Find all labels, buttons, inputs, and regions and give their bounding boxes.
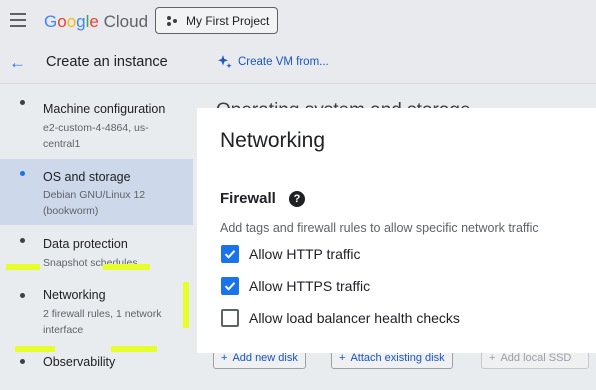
allow-http-checkbox-row[interactable]: Allow HTTP traffic (221, 245, 361, 263)
button-label: Add new disk (232, 352, 298, 364)
sidebar-item-subtitle: e2-custom-4-4864, us-central1 (43, 122, 149, 150)
sidebar-item-subtitle: 2 firewall rules, 1 network interface (43, 308, 162, 336)
page-title: Create an instance (46, 54, 168, 70)
button-label: Add local SSD (500, 352, 572, 364)
sidebar-item-os-and-storage[interactable]: OS and storage Debian GNU/Linux 12 (book… (0, 159, 193, 225)
firewall-heading: Firewall (220, 190, 276, 207)
project-name: My First Project (186, 13, 270, 28)
sidebar-item-title: Observability (43, 355, 116, 369)
checkbox-label: Allow HTTPS traffic (249, 278, 371, 294)
checkbox-label: Allow load balancer health checks (249, 310, 460, 326)
sidebar-item-title: Data protection (43, 237, 128, 251)
allow-lb-health-checks-checkbox-row[interactable]: Allow load balancer health checks (221, 309, 460, 327)
google-cloud-logo[interactable]: Google Cloud (44, 12, 148, 32)
top-bar: Google Cloud My First Project (0, 0, 596, 44)
bullet-icon (20, 171, 25, 176)
allow-https-checkbox-row[interactable]: Allow HTTPS traffic (221, 277, 370, 295)
back-arrow-icon[interactable]: ← (9, 53, 26, 73)
sidebar-item-networking[interactable]: Networking 2 firewall rules, 1 network i… (0, 277, 193, 342)
sidebar-item-title: OS and storage (43, 170, 131, 184)
sparkle-icon (218, 55, 232, 69)
firewall-description: Add tags and firewall rules to allow spe… (220, 221, 539, 235)
plus-icon: + (339, 352, 346, 364)
highlight-dash (6, 264, 40, 270)
checkbox-label: Allow HTTP traffic (249, 246, 361, 262)
panel-title: Networking (220, 129, 326, 152)
sidebar-item-machine-configuration[interactable]: Machine configuration e2-custom-4-4864, … (0, 84, 193, 158)
plus-icon: + (221, 352, 228, 364)
project-picker-button[interactable]: My First Project (155, 7, 278, 34)
create-vm-label: Create VM from... (238, 56, 329, 68)
highlight-dash (15, 346, 55, 352)
menu-icon[interactable] (10, 13, 26, 27)
project-icon (167, 15, 177, 26)
checkbox-checked-icon[interactable] (221, 277, 239, 295)
networking-panel: Networking Firewall ? Add tags and firew… (197, 108, 596, 353)
help-icon[interactable]: ? (289, 191, 305, 207)
sidebar-item-title: Networking (43, 288, 106, 302)
sidebar-item-subtitle: Debian GNU/Linux 12 (bookworm) (43, 189, 146, 217)
checkbox-checked-icon[interactable] (221, 245, 239, 263)
highlight-dash (111, 346, 157, 352)
bullet-icon (20, 100, 25, 105)
sub-header: ← Create an instance Create VM from... (0, 43, 596, 84)
checkbox-unchecked-icon[interactable] (221, 309, 239, 327)
sidebar-item-title: Machine configuration (43, 102, 166, 116)
highlight-dash (103, 264, 150, 270)
sidebar: Machine configuration e2-custom-4-4864, … (0, 84, 193, 390)
bullet-icon (20, 359, 25, 364)
bullet-icon (20, 238, 25, 243)
plus-icon: + (489, 352, 496, 364)
create-vm-from-button[interactable]: Create VM from... (217, 54, 329, 70)
highlight-dash (183, 282, 189, 328)
bullet-icon (20, 293, 25, 298)
button-label: Attach existing disk (350, 352, 445, 364)
